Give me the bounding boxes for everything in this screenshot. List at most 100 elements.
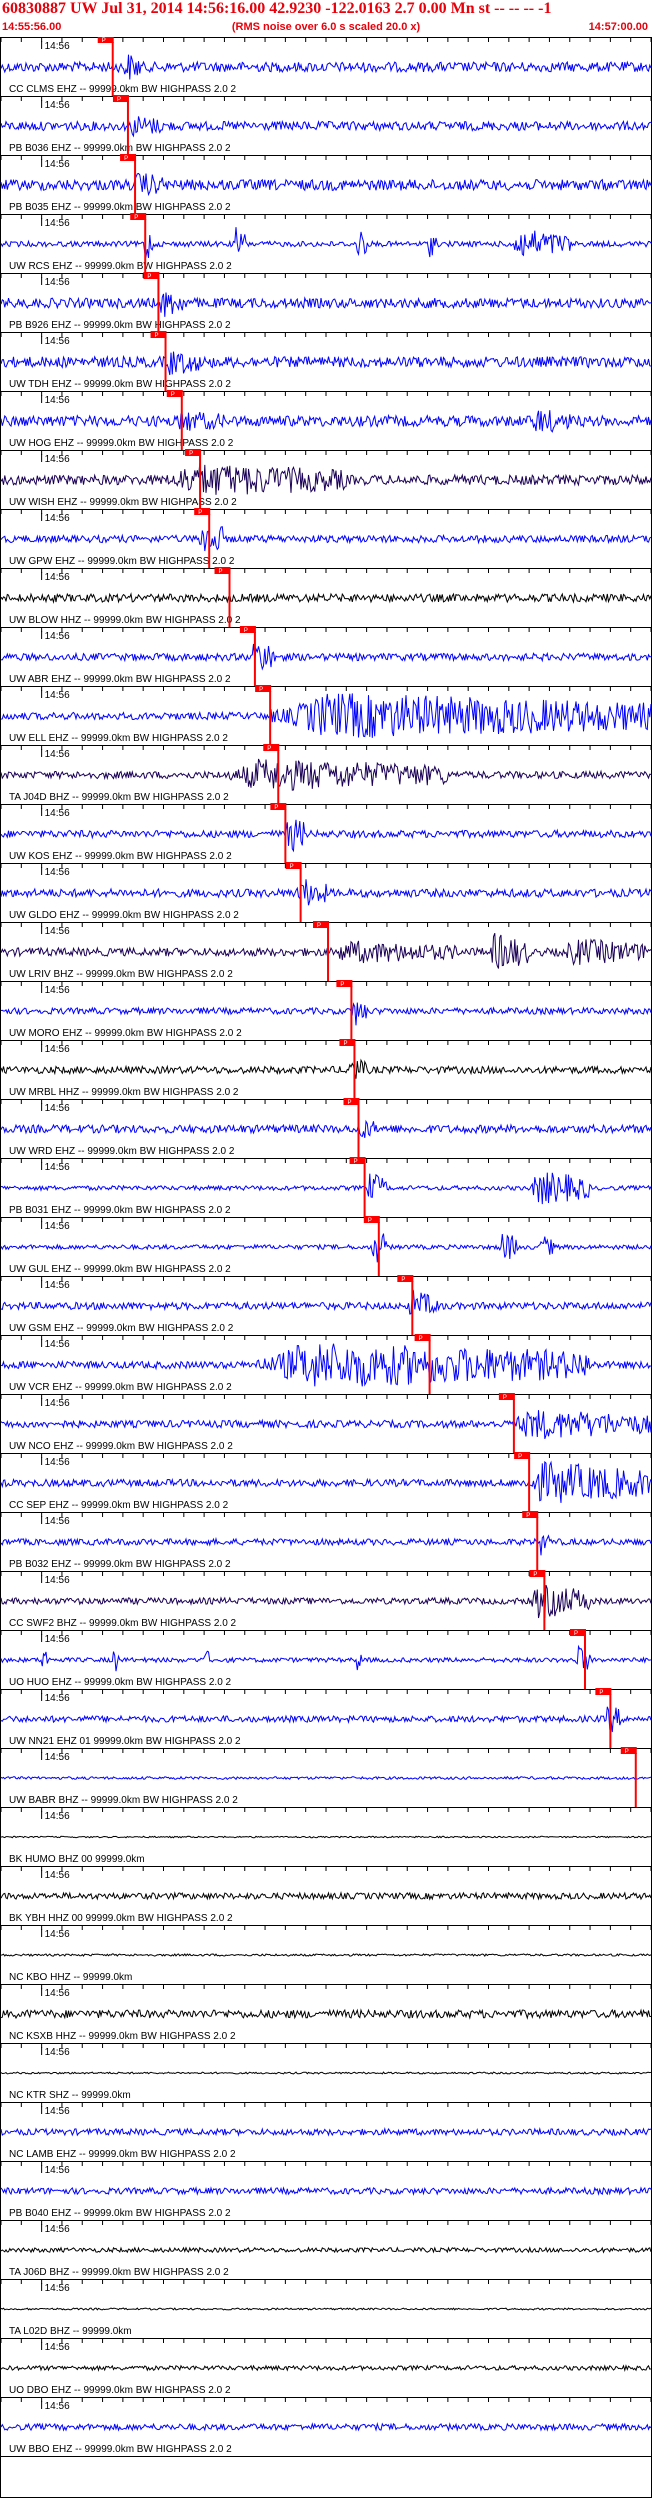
channel-label: UW TDH EHZ -- 99999.0km BW HIGHPASS 2.0 … [9, 379, 231, 390]
pick-label: P [198, 510, 202, 516]
channel-label: UW MORO EHZ -- 99999.0km BW HIGHPASS 2.0… [9, 1028, 242, 1039]
channel-label: CC CLMS EHZ -- 99999.0km BW HIGHPASS 2.0… [9, 84, 237, 95]
minute-label: 14:56 [45, 1339, 70, 1350]
waveform [0, 1835, 652, 1839]
pick-label: P [244, 628, 248, 634]
waveform [0, 2307, 652, 2311]
minute-label: 14:56 [45, 2106, 70, 2117]
pick-label: P [189, 451, 193, 457]
waveform [0, 1410, 652, 1439]
channel-label: CC SEP EHZ -- 99999.0km BW HIGHPASS 2.0 … [9, 1500, 229, 1511]
waveform [0, 2421, 652, 2432]
waveform [0, 1534, 652, 1556]
pick-label: P [259, 687, 263, 693]
waveform [0, 54, 652, 80]
pick-label: P [124, 156, 128, 162]
channel-label: UW WRD EHZ -- 99999.0km BW HIGHPASS 2.0 … [9, 1146, 235, 1157]
minute-label: 14:56 [45, 2047, 70, 2058]
minute-label: 14:56 [45, 336, 70, 347]
minute-label: 14:56 [45, 513, 70, 524]
pick-label: P [354, 1159, 358, 1165]
channel-label: UW GSM EHZ -- 99999.0km BW HIGHPASS 2.0 … [9, 1323, 234, 1334]
waveform [0, 2008, 652, 2020]
waveform [0, 1343, 652, 1387]
waveform [0, 1584, 652, 1619]
channel-label: TA L02D BHZ -- 99999.0km [9, 2326, 132, 2337]
channel-label: UW BLOW HHZ -- 99999.0km BW HIGHPASS 2.0… [9, 615, 241, 626]
channel-label: UO DBO EHZ -- 99999.0km BW HIGHPASS 2.0 … [9, 2385, 231, 2396]
pick-label: P [401, 1277, 405, 1283]
waveform [0, 2185, 652, 2196]
waveform [0, 1002, 652, 1026]
pick-label: P [267, 746, 271, 752]
pick-label: P [419, 1336, 423, 1342]
minute-label: 14:56 [45, 1929, 70, 1940]
channel-label: UW GUL EHZ -- 99999.0km BW HIGHPASS 2.0 … [9, 1264, 231, 1275]
waveform [0, 693, 652, 738]
channel-label: UW KOS EHZ -- 99999.0km BW HIGHPASS 2.0 … [9, 851, 232, 862]
waveform [0, 1058, 652, 1079]
waveform [0, 292, 652, 317]
pick-label: P [155, 333, 159, 339]
minute-label: 14:56 [45, 867, 70, 878]
minute-label: 14:56 [45, 985, 70, 996]
minute-label: 14:56 [45, 572, 70, 583]
minute-label: 14:56 [45, 2224, 70, 2235]
channel-label: UW GLDO EHZ -- 99999.0km BW HIGHPASS 2.0… [9, 910, 239, 921]
minute-label: 14:56 [45, 1162, 70, 1173]
channel-label: PB B926 EHZ -- 99999.0km BW HIGHPASS 2.0… [9, 320, 231, 331]
pick-label: P [518, 1454, 522, 1460]
waveform [0, 116, 652, 138]
channel-label: UW NCO EHZ -- 99999.0km BW HIGHPASS 2.0 … [9, 1441, 233, 1452]
rms-noise-subtitle: (RMS noise over 6.0 s scaled 20.0 x) [231, 21, 421, 33]
minute-label: 14:56 [45, 1988, 70, 1999]
pick-label: P [219, 569, 223, 575]
pick-label: P [317, 923, 321, 929]
channel-label: BK HUMO BHZ 00 99999.0km [9, 1854, 145, 1865]
minute-label: 14:56 [45, 2165, 70, 2176]
minute-label: 14:56 [45, 159, 70, 170]
channel-label: UW VCR EHZ -- 99999.0km BW HIGHPASS 2.0 … [9, 1382, 232, 1393]
channel-label: CC SWF2 BHZ -- 99999.0km BW HIGHPASS 2.0… [9, 1618, 237, 1629]
pick-label: P [102, 38, 106, 44]
minute-label: 14:56 [45, 1752, 70, 1763]
channel-label: UW NN21 EHZ 01 99999.0km BW HIGHPASS 2.0… [9, 1736, 241, 1747]
waveform [0, 2071, 652, 2075]
channel-label: UW MRBL HHZ -- 99999.0km BW HIGHPASS 2.0… [9, 1087, 239, 1098]
channel-label: UW WISH EHZ -- 99999.0km BW HIGHPASS 2.0… [9, 497, 237, 508]
channel-label: UW BBO EHZ -- 99999.0km BW HIGHPASS 2.0 … [9, 2444, 232, 2455]
channel-label: PB B036 EHZ -- 99999.0km BW HIGHPASS 2.0… [9, 143, 231, 154]
minute-label: 14:56 [45, 1457, 70, 1468]
waveform [0, 227, 652, 259]
channel-label: NC LAMB EHZ -- 99999.0km BW HIGHPASS 2.0… [9, 2149, 236, 2160]
waveform [0, 758, 652, 791]
channel-label: UW ABR EHZ -- 99999.0km BW HIGHPASS 2.0 … [9, 674, 231, 685]
channel-label: UW LRIV BHZ -- 99999.0km BW HIGHPASS 2.0… [9, 969, 233, 980]
channel-label: PB B040 EHZ -- 99999.0km BW HIGHPASS 2.0… [9, 2208, 231, 2219]
channel-label: PB B031 EHZ -- 99999.0km BW HIGHPASS 2.0… [9, 1205, 231, 1216]
pick-label: P [503, 1395, 507, 1401]
channel-label: BK YBH HHZ 00 99999.0km BW HIGHPASS 2.0 … [9, 1913, 233, 1924]
minute-label: 14:56 [45, 395, 70, 406]
waveform [0, 2364, 652, 2373]
minute-label: 14:56 [45, 454, 70, 465]
channel-label: NC KSXB HHZ -- 99999.0km BW HIGHPASS 2.0… [9, 2031, 236, 2042]
pick-label: P [574, 1631, 578, 1637]
minute-label: 14:56 [45, 1634, 70, 1645]
waveform [0, 643, 652, 671]
pick-label: P [147, 274, 151, 280]
channel-label: UW RCS EHZ -- 99999.0km BW HIGHPASS 2.0 … [9, 261, 232, 272]
waveform [0, 2126, 652, 2137]
minute-label: 14:56 [45, 1693, 70, 1704]
pick-label: P [171, 392, 175, 398]
waveform [0, 1119, 652, 1138]
channel-label: NC KTR SHZ -- 99999.0km [9, 2090, 131, 2101]
channel-label: TA J04D BHZ -- 99999.0km BW HIGHPASS 2.0… [9, 792, 229, 803]
minute-label: 14:56 [45, 926, 70, 937]
pick-label: P [290, 864, 294, 870]
minute-label: 14:56 [45, 2283, 70, 2294]
waveform [0, 592, 652, 604]
pick-label: P [340, 982, 344, 988]
waveform [0, 1233, 652, 1263]
minute-label: 14:56 [45, 631, 70, 642]
